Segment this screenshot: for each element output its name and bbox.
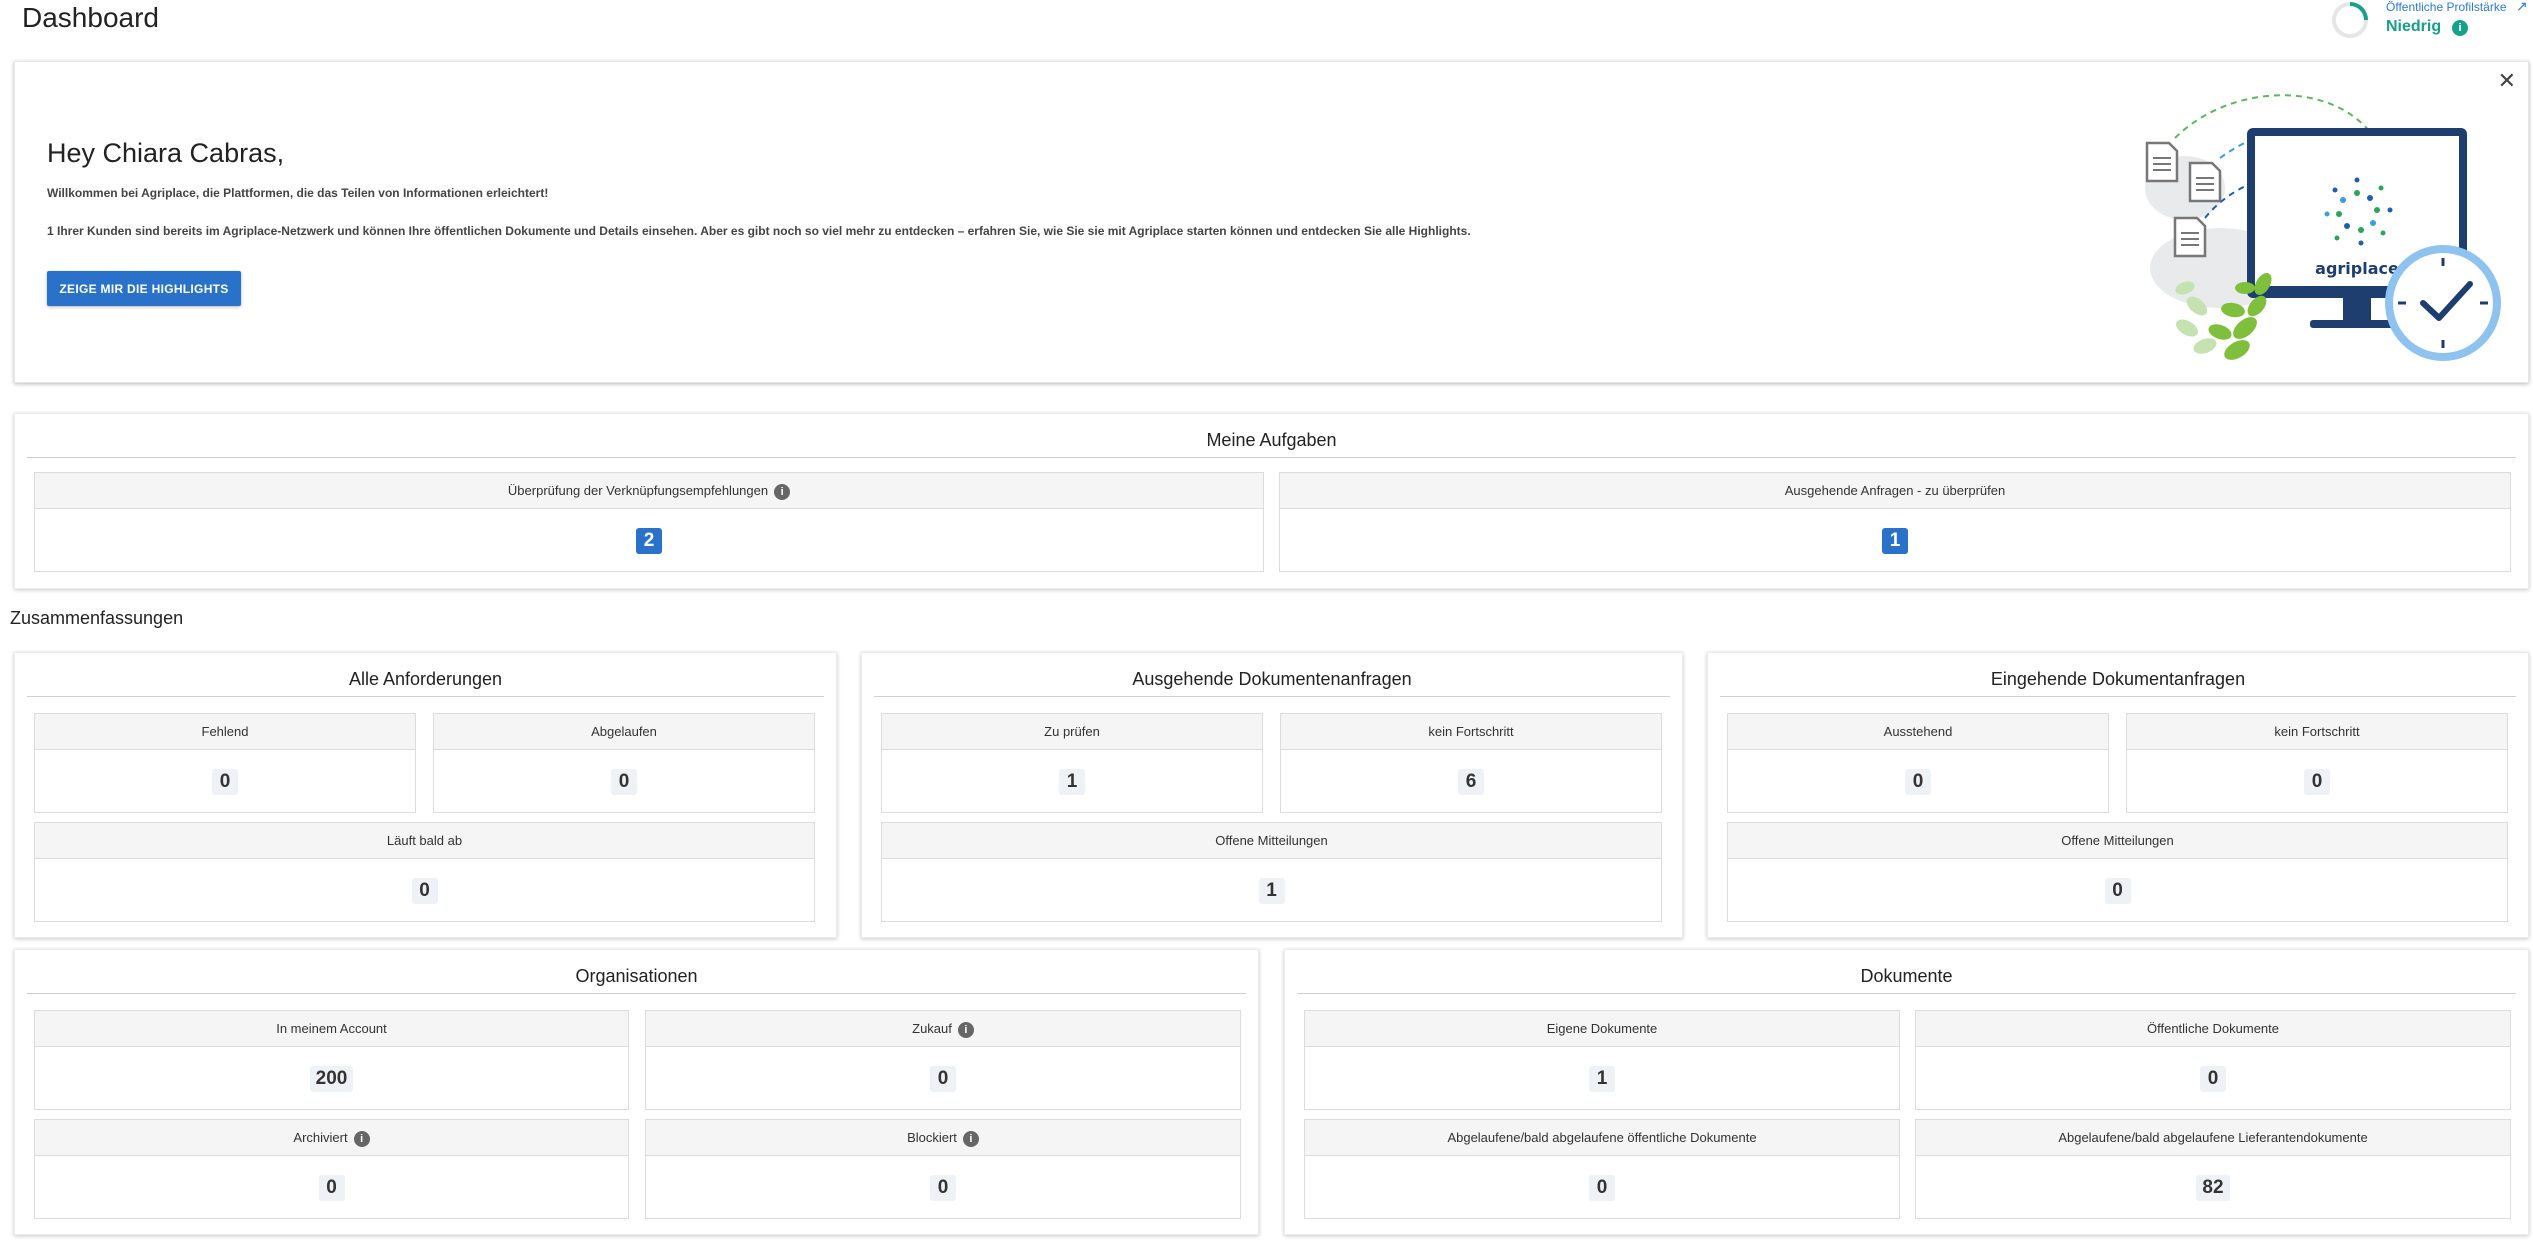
summary-count-badge[interactable]: 0 bbox=[1905, 768, 1931, 795]
show-highlights-button[interactable]: ZEIGE MIR DIE HIGHLIGHTS bbox=[47, 271, 241, 306]
summary-label: Abgelaufene/bald abgelaufene öffentliche… bbox=[1305, 1120, 1899, 1156]
summary-label: kein Fortschritt bbox=[1281, 714, 1661, 750]
tasks-title: Meine Aufgaben bbox=[27, 426, 2516, 458]
task-label: Überprüfung der Verknüpfungsempfehlungen bbox=[507, 483, 769, 498]
summary-tile[interactable]: Läuft bald ab 0 bbox=[34, 822, 815, 922]
summary-tile[interactable]: Ausstehend 0 bbox=[1727, 713, 2109, 813]
summary-count-badge[interactable]: 0 bbox=[1589, 1174, 1615, 1201]
summary-tile[interactable]: Archiviert i 0 bbox=[34, 1119, 629, 1219]
info-icon[interactable]: i bbox=[353, 1130, 370, 1147]
summary-tile[interactable]: Öffentliche Dokumente 0 bbox=[1915, 1010, 2511, 1110]
external-link-icon[interactable]: ↗ bbox=[2516, 0, 2528, 15]
summary-count-badge[interactable]: 0 bbox=[611, 768, 637, 795]
summary-label: Blockiert bbox=[907, 1130, 957, 1145]
organisations-panel: Organisationen In meinem Account 200 Zuk… bbox=[14, 949, 1259, 1235]
summary-count-badge[interactable]: 0 bbox=[2104, 877, 2131, 904]
summary-tile[interactable]: Offene Mitteilungen 0 bbox=[1727, 822, 2508, 922]
summary-tile[interactable]: Abgelaufene/bald abgelaufene öffentliche… bbox=[1304, 1119, 1900, 1219]
incoming-requests-panel: Eingehende Dokumentanfragen Ausstehend 0… bbox=[1707, 652, 2529, 938]
organisations-title: Organisationen bbox=[27, 962, 1246, 994]
summary-count-badge[interactable]: 82 bbox=[2196, 1174, 2230, 1201]
welcome-customers-text: 1 Ihrer Kunden sind bereits im Agriplace… bbox=[47, 224, 1471, 238]
requirements-panel: Alle Anforderungen Fehlend 0 Abgelaufen … bbox=[14, 652, 837, 938]
summary-label: Abgelaufene/bald abgelaufene Lieferanten… bbox=[1916, 1120, 2510, 1156]
profile-strength[interactable]: Öffentliche Profilstärke ↗ Niedrig i bbox=[2330, 0, 2530, 42]
incoming-title: Eingehende Dokumentanfragen bbox=[1720, 665, 2516, 697]
info-icon[interactable]: i bbox=[2452, 20, 2468, 36]
welcome-greeting: Hey Chiara Cabras, bbox=[47, 138, 285, 168]
outgoing-title: Ausgehende Dokumentenanfragen bbox=[874, 665, 1670, 697]
summary-label: In meinem Account bbox=[35, 1011, 628, 1047]
task-tile-link-recommendations[interactable]: Überprüfung der Verknüpfungsempfehlungen… bbox=[34, 472, 1264, 572]
summary-tile[interactable]: kein Fortschritt 6 bbox=[1280, 713, 1662, 813]
summary-label: Offene Mitteilungen bbox=[882, 823, 1661, 859]
summary-tile[interactable]: In meinem Account 200 bbox=[34, 1010, 629, 1110]
profile-strength-ring-icon bbox=[2332, 2, 2368, 38]
summary-count-badge[interactable]: 0 bbox=[930, 1174, 956, 1201]
task-count-badge[interactable]: 2 bbox=[636, 527, 662, 554]
summary-tile[interactable]: Zu prüfen 1 bbox=[881, 713, 1263, 813]
summary-tile[interactable]: Abgelaufene/bald abgelaufene Lieferanten… bbox=[1915, 1119, 2511, 1219]
summary-label: Eigene Dokumente bbox=[1305, 1011, 1899, 1047]
summary-label: Offene Mitteilungen bbox=[1728, 823, 2507, 859]
documents-panel: Dokumente Eigene Dokumente 1 Öffentliche… bbox=[1284, 949, 2529, 1235]
info-icon[interactable]: i bbox=[774, 483, 791, 500]
summary-label: Öffentliche Dokumente bbox=[1916, 1011, 2510, 1047]
summary-count-badge[interactable]: 1 bbox=[1589, 1065, 1615, 1092]
summary-label: Läuft bald ab bbox=[35, 823, 814, 859]
profile-strength-value: Niedrig bbox=[2386, 18, 2442, 35]
summary-tile[interactable]: Blockiert i 0 bbox=[645, 1119, 1241, 1219]
summary-tile[interactable]: Eigene Dokumente 1 bbox=[1304, 1010, 1900, 1110]
summary-count-badge[interactable]: 0 bbox=[318, 1174, 345, 1201]
summary-label: Zu prüfen bbox=[882, 714, 1262, 750]
summary-tile[interactable]: Abgelaufen 0 bbox=[433, 713, 815, 813]
summary-label: Fehlend bbox=[35, 714, 415, 750]
agriplace-logo-text: agriplace bbox=[2315, 259, 2399, 278]
summary-count-badge[interactable]: 0 bbox=[2200, 1065, 2226, 1092]
summary-tile[interactable]: kein Fortschritt 0 bbox=[2126, 713, 2508, 813]
page-title: Dashboard bbox=[22, 2, 159, 33]
profile-strength-label[interactable]: Öffentliche Profilstärke bbox=[2386, 0, 2507, 14]
welcome-card: ✕ Hey Chiara Cabras, Willkommen bei Agri… bbox=[14, 61, 2529, 383]
summary-count-badge[interactable]: 0 bbox=[212, 768, 238, 795]
requirements-title: Alle Anforderungen bbox=[27, 665, 824, 697]
documents-title: Dokumente bbox=[1297, 962, 2516, 994]
tasks-panel: Meine Aufgaben Überprüfung der Verknüpfu… bbox=[14, 413, 2529, 589]
agriplace-illustration: agriplace bbox=[2145, 94, 2501, 361]
info-icon[interactable]: i bbox=[957, 1021, 974, 1038]
summary-tile[interactable]: Offene Mitteilungen 1 bbox=[881, 822, 1662, 922]
summary-count-badge[interactable]: 0 bbox=[411, 877, 438, 904]
summary-count-badge[interactable]: 1 bbox=[1258, 877, 1285, 904]
summary-label: Ausstehend bbox=[1728, 714, 2108, 750]
summary-label: Zukauf bbox=[912, 1021, 952, 1036]
task-tile-outgoing-requests[interactable]: Ausgehende Anfragen - zu überprüfen 1 bbox=[1279, 472, 2511, 572]
summary-label: Abgelaufen bbox=[434, 714, 814, 750]
outgoing-requests-panel: Ausgehende Dokumentenanfragen Zu prüfen … bbox=[861, 652, 1683, 938]
welcome-text: Willkommen bei Agriplace, die Plattforme… bbox=[47, 186, 549, 200]
summary-label: kein Fortschritt bbox=[2127, 714, 2507, 750]
summary-count-badge[interactable]: 0 bbox=[2304, 768, 2330, 795]
summary-label: Archiviert bbox=[293, 1130, 348, 1145]
summary-count-badge[interactable]: 0 bbox=[930, 1065, 956, 1092]
summary-count-badge[interactable]: 6 bbox=[1458, 768, 1484, 795]
task-count-badge[interactable]: 1 bbox=[1882, 527, 1908, 554]
summary-count-badge[interactable]: 1 bbox=[1059, 768, 1085, 795]
info-icon[interactable]: i bbox=[962, 1130, 979, 1147]
summaries-heading: Zusammenfassungen bbox=[10, 608, 184, 628]
summary-tile[interactable]: Fehlend 0 bbox=[34, 713, 416, 813]
summary-count-badge[interactable]: 200 bbox=[309, 1065, 354, 1092]
summary-tile[interactable]: Zukauf i 0 bbox=[645, 1010, 1241, 1110]
task-label: Ausgehende Anfragen - zu überprüfen bbox=[1784, 483, 2006, 498]
